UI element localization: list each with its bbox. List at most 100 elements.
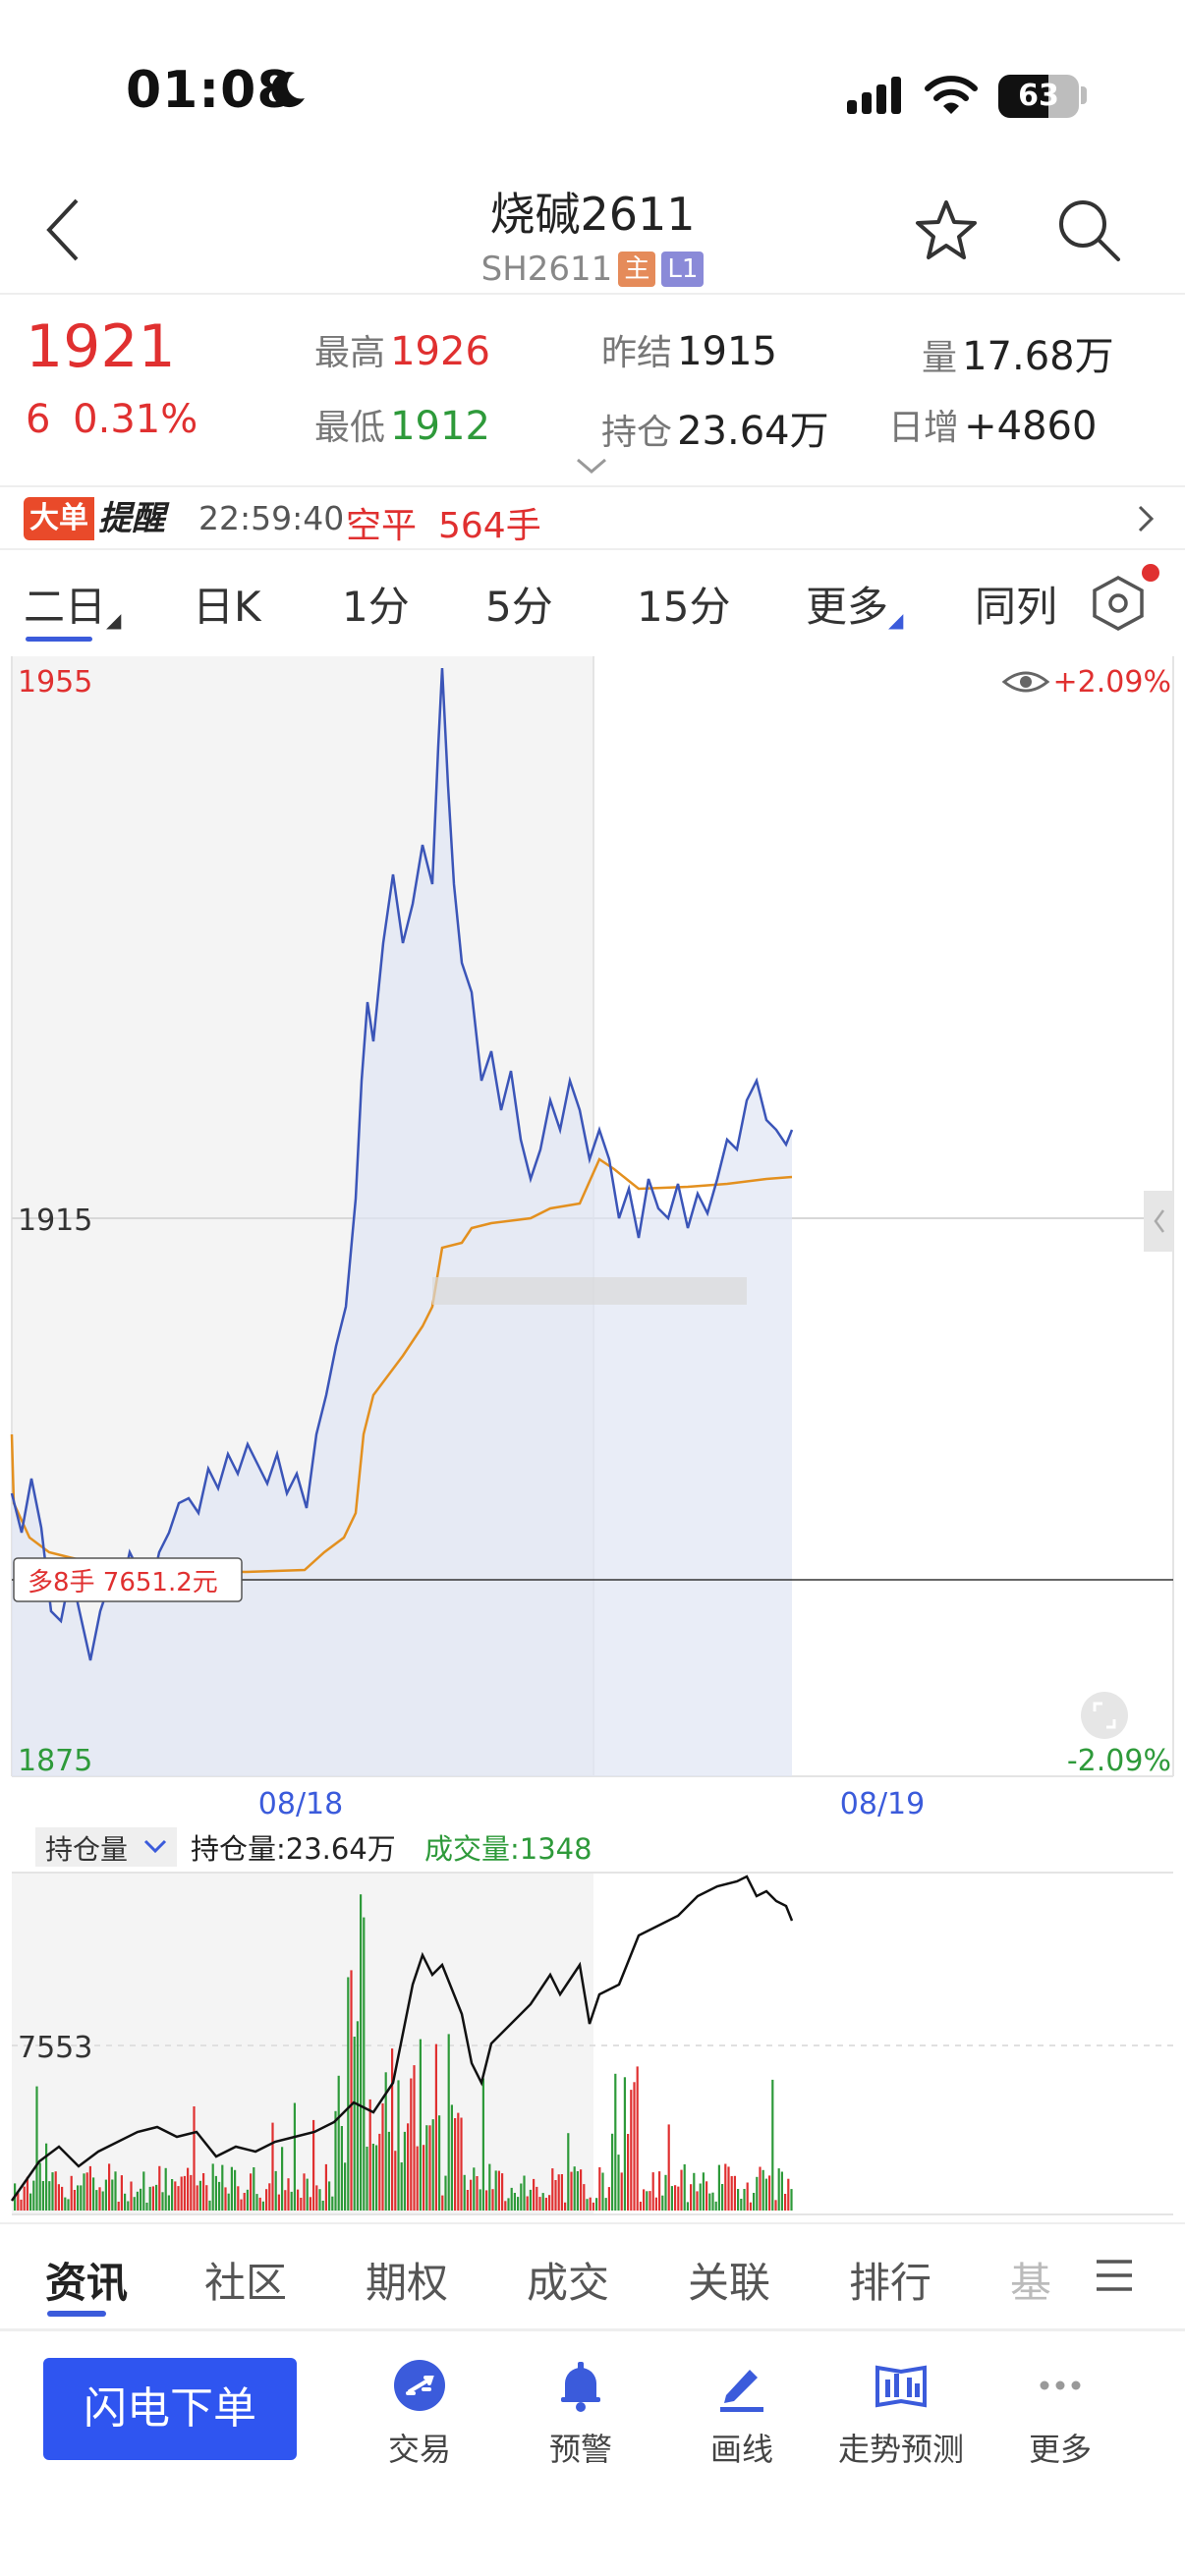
volume-bar (363, 1917, 366, 2211)
settings-icon[interactable] (1091, 574, 1146, 633)
volume-bar (371, 2144, 374, 2211)
volume-bar (167, 2195, 170, 2211)
volume-bar (627, 2134, 630, 2211)
tab-options[interactable]: 期权 (366, 2250, 448, 2310)
volume-bar (705, 2181, 708, 2211)
sub-volume-label: 成交量:1348 (424, 1832, 592, 1866)
volume: 量 17.68万 (922, 334, 1114, 379)
tab-15min[interactable]: 15分 (637, 574, 730, 634)
pen-icon (720, 2370, 763, 2412)
tab-news[interactable]: 资讯 (45, 2250, 128, 2310)
volume-bar (696, 2191, 699, 2211)
wifi-icon (925, 76, 978, 114)
volume-bar (73, 2190, 76, 2211)
volume-bar (768, 2175, 771, 2211)
tab-1min[interactable]: 1分 (342, 574, 410, 634)
volume-bar (573, 2166, 576, 2211)
volume-bar (29, 2193, 32, 2211)
volume-bar (749, 2202, 752, 2211)
volume-bar (636, 2066, 639, 2211)
volume-bar (391, 2048, 394, 2211)
intraday-chart[interactable]: 多8手 7651.2元 1955 1915 1875 +2.09% -2.09%… (0, 652, 1185, 2234)
volume-bar (507, 2198, 510, 2211)
volume-bar (23, 2186, 26, 2211)
alert-button[interactable]: 预警 (497, 2356, 664, 2470)
chevron-right-icon[interactable] (1136, 503, 1156, 534)
volume-bar (397, 2080, 400, 2211)
volume-bar (491, 2189, 494, 2211)
volume-bar (88, 2165, 91, 2211)
volume-bar (309, 2197, 311, 2211)
date-label-1: 08/18 (258, 1787, 343, 1821)
volume-bar (237, 2186, 240, 2211)
volume-bar (104, 2179, 107, 2211)
volume-bar (727, 2166, 730, 2211)
tab-trades[interactable]: 成交 (527, 2250, 609, 2310)
contract-code: SH2611 (480, 250, 613, 289)
volume-bar (114, 2171, 117, 2211)
tab-fundamentals[interactable]: 基 (1010, 2250, 1051, 2310)
fullscreen-icon[interactable] (1081, 1692, 1128, 1739)
side-drawer-handle[interactable] (1144, 1191, 1173, 1252)
search-icon[interactable] (1055, 196, 1122, 263)
volume-bar (366, 2147, 368, 2211)
more-button[interactable]: 更多 (977, 2356, 1144, 2470)
volume-bar (780, 2171, 783, 2211)
trade-button[interactable]: 交易 (336, 2356, 503, 2470)
volume-bar (193, 2106, 196, 2211)
volume-bar (419, 2039, 422, 2211)
sub-y-label: 7553 (18, 2031, 92, 2065)
volume-bar (708, 2193, 711, 2211)
volume-bar (281, 2147, 284, 2211)
volume-bar (690, 2184, 693, 2211)
volume-bar (306, 2178, 309, 2211)
chevron-down-icon[interactable] (574, 456, 609, 476)
star-icon[interactable] (914, 198, 979, 263)
volume-bar (740, 2199, 743, 2211)
volume-bar (130, 2181, 133, 2211)
volume-bar (737, 2189, 740, 2211)
tab-ranking[interactable]: 排行 (849, 2250, 931, 2310)
volume-bar (80, 2185, 83, 2211)
sub-indicator-selector[interactable]: 持仓量 (35, 1827, 177, 1867)
volume-bar (202, 2173, 205, 2211)
menu-icon[interactable] (1093, 2256, 1136, 2295)
volume-bar (733, 2175, 736, 2211)
volume-bar (567, 2133, 570, 2211)
volume-bar (261, 2201, 264, 2211)
main-contract-tag: 主 (618, 252, 656, 287)
volume-bar (208, 2200, 211, 2211)
tab-two-day[interactable]: 二日◢ (24, 574, 121, 634)
volume-bar (394, 2151, 397, 2211)
tab-daily-k[interactable]: 日K (193, 574, 261, 634)
volume-bar (400, 2162, 403, 2211)
draw-button[interactable]: 画线 (658, 2356, 825, 2470)
volume-bar (340, 2126, 343, 2211)
tab-same-row[interactable]: 同列 (975, 574, 1057, 634)
tab-related[interactable]: 关联 (688, 2250, 770, 2310)
volume-bar (158, 2165, 161, 2211)
volume-bar (312, 2119, 315, 2211)
volume-bar (670, 2186, 673, 2211)
volume-bar (664, 2174, 667, 2211)
big-order-alert-badge[interactable]: 大单 提醒 (24, 497, 165, 540)
volume-bar (604, 2198, 607, 2211)
volume-bar (151, 2186, 154, 2211)
tab-more[interactable]: 更多◢ (806, 574, 903, 634)
bell-icon (561, 2362, 600, 2412)
volume-bar (180, 2176, 183, 2211)
volume-bar (98, 2187, 101, 2211)
volume-bar (64, 2197, 67, 2211)
volume-bar (20, 2199, 23, 2211)
volume-bar (601, 2172, 604, 2211)
tab-5min[interactable]: 5分 (485, 574, 553, 634)
volume-bar (423, 2145, 425, 2211)
flash-order-button[interactable]: 闪电下单 (43, 2358, 297, 2460)
volume-bar (268, 2183, 271, 2211)
tab-community[interactable]: 社区 (204, 2250, 287, 2310)
trend-forecast-button[interactable]: 走势预测 (818, 2356, 985, 2470)
volume-bar (211, 2163, 214, 2211)
volume-bar (699, 2183, 702, 2211)
volume-bar (227, 2193, 230, 2211)
volume-bar (544, 2198, 547, 2211)
